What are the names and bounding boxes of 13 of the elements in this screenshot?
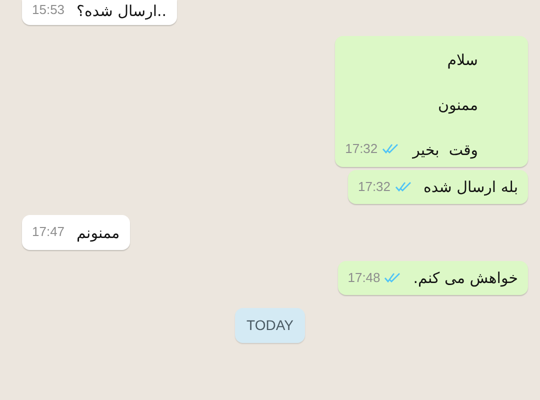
message-time: 15:53 xyxy=(32,1,65,19)
message-text: وقت بخیر xyxy=(412,140,478,160)
message-time: 17:32 xyxy=(358,178,391,196)
message-text: خواهش می کنم. xyxy=(413,268,518,288)
message-text: سلام xyxy=(446,50,478,70)
message-time: 17:47 xyxy=(32,223,65,241)
message-time: 17:48 xyxy=(348,268,380,286)
message-time: 17:32 xyxy=(345,140,378,158)
message-text: ممنون xyxy=(437,94,478,114)
message-text: ..ارسال شده؟ xyxy=(76,0,167,20)
message-text: بله ارسال شده xyxy=(424,177,518,197)
date-chip: TODAY xyxy=(234,308,306,343)
message-text: ممنونم xyxy=(76,222,120,242)
